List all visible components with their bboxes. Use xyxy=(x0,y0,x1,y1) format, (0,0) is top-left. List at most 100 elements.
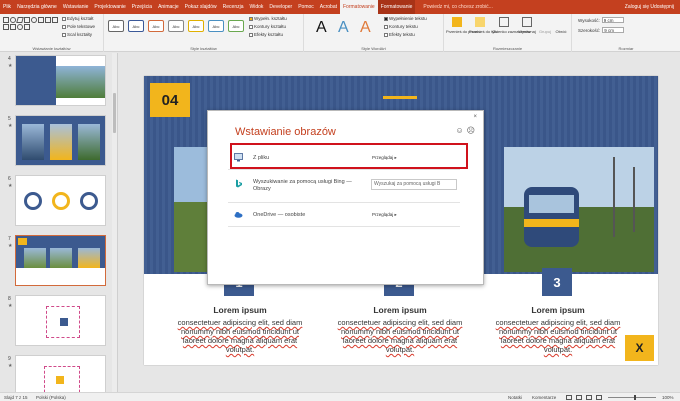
slide-thumbnail[interactable] xyxy=(15,115,106,166)
send-backward-icon[interactable] xyxy=(475,17,485,27)
text-outline-button[interactable]: Kontury tekstu xyxy=(384,24,418,29)
slide-thumbnail-pane: 4 ★ 5 ★ 6 ★ 7 ★ 8 ★ 9 ★ xyxy=(0,53,118,392)
user-area[interactable]: Zaloguj się Udostępnij xyxy=(625,4,680,10)
tab-transitions[interactable]: Przejścia xyxy=(129,0,155,14)
group-size: Wysokość: 9 cm Szerokość: 9 cm Rozmiar xyxy=(572,14,680,52)
zoom-slider-thumb[interactable] xyxy=(634,395,636,400)
zoom-level[interactable]: 100% xyxy=(662,395,674,400)
send-backward-label[interactable]: Przenieś do tyłu xyxy=(469,29,497,34)
wordart-style-3[interactable]: A xyxy=(360,19,371,37)
slide-sorter-icon[interactable] xyxy=(576,395,582,400)
shape-style-4[interactable]: Abc xyxy=(168,20,184,32)
bing-icon xyxy=(236,179,242,188)
tab-developer[interactable]: Developer xyxy=(266,0,295,14)
tell-me-search[interactable]: Powiedz mi, co chcesz zrobić... xyxy=(423,4,492,10)
tab-help[interactable]: Pomoc xyxy=(295,0,317,14)
wordart-style-2[interactable]: A xyxy=(338,19,349,37)
tab-file[interactable]: Plik xyxy=(0,0,14,14)
highlight-annotation xyxy=(230,143,468,169)
shapes-gallery[interactable] xyxy=(3,17,58,39)
group-objects-label[interactable]: Grupuj xyxy=(538,29,552,34)
language-indicator[interactable]: Polski (Polska) xyxy=(36,395,66,400)
feedback-buttons: ☺ ☹ xyxy=(455,126,475,135)
slideshow-icon[interactable] xyxy=(596,395,602,400)
shape-style-3[interactable]: Abc xyxy=(148,20,164,32)
animation-star-icon: ★ xyxy=(8,303,13,309)
thumb-number: 4 xyxy=(8,56,11,62)
tab-format-picture[interactable]: Formatowanie xyxy=(377,0,416,14)
corner-x-badge: X xyxy=(625,335,654,361)
bing-search-input[interactable]: Wyszukaj za pomocą usługi B xyxy=(371,179,457,190)
bring-forward-label[interactable]: Przenieś do przodu xyxy=(446,29,480,34)
insert-pictures-dialog: × Wstawianie obrazów ☺ ☹ Z pliku Przeglą… xyxy=(207,110,484,285)
align-icon[interactable] xyxy=(522,17,532,27)
textbox-button[interactable]: Pole tekstowe xyxy=(62,24,95,29)
selection-pane-icon[interactable] xyxy=(499,17,509,27)
group-label: Rozmiar xyxy=(618,46,634,51)
shape-fill-button[interactable]: Wypełn. kształtu xyxy=(249,16,287,21)
tab-format-shape[interactable]: Formatowanie xyxy=(340,0,378,14)
textbox-icon xyxy=(62,24,66,29)
shape-style-6[interactable]: Abc xyxy=(208,20,224,32)
column-title-3[interactable]: Lorem ipsum xyxy=(488,305,628,315)
slide-counter: Slajd 7 z 15 xyxy=(4,395,28,400)
slide-thumbnail[interactable] xyxy=(15,175,106,226)
tab-slideshow[interactable]: Pokaz slajdów xyxy=(182,0,220,14)
column-text-2[interactable]: consectetuer adipiscing elit, sed diam n… xyxy=(330,318,470,354)
comments-button[interactable]: Komentarze xyxy=(532,395,556,400)
tab-acrobat[interactable]: Acrobat xyxy=(317,0,340,14)
tab-home[interactable]: Narzędzia główne xyxy=(14,0,60,14)
text-effects-icon xyxy=(384,32,388,37)
width-input[interactable]: 9 cm xyxy=(602,27,625,33)
height-input[interactable]: 9 cm xyxy=(601,17,624,23)
bing-search-row: Wyszukiwanie za pomocą usługi Bing — Obr… xyxy=(228,173,460,203)
normal-view-icon[interactable] xyxy=(566,395,572,400)
align-label[interactable]: Wyrównaj xyxy=(516,29,538,34)
text-effects-button[interactable]: Efekty tekstu xyxy=(384,32,415,37)
group-label: Rozmieszczanie xyxy=(492,46,523,51)
text-fill-button[interactable]: Wypełnienie tekstu xyxy=(384,16,427,21)
text-outline-icon xyxy=(384,24,388,29)
shape-style-1[interactable]: Abc xyxy=(108,20,124,32)
thumbnail-scrollbar[interactable] xyxy=(112,53,117,392)
column-text-1[interactable]: consectetuer adipiscing elit, sed diam n… xyxy=(170,318,310,354)
notes-button[interactable]: Notatki xyxy=(508,395,522,400)
shape-style-2[interactable]: Abc xyxy=(128,20,144,32)
tab-review[interactable]: Recenzja xyxy=(220,0,247,14)
shape-outline-button[interactable]: Kontury kształtu xyxy=(249,24,286,29)
smile-icon[interactable]: ☺ xyxy=(455,126,463,135)
shape-style-5[interactable]: Abc xyxy=(188,20,204,32)
close-icon[interactable]: × xyxy=(473,114,477,120)
column-title-2[interactable]: Lorem ipsum xyxy=(330,305,470,315)
shape-effects-button[interactable]: Efekty kształtu xyxy=(249,32,283,37)
browse-onedrive-link[interactable]: Przeglądaj ▸ xyxy=(372,212,397,218)
rotate-label[interactable]: Obróć xyxy=(554,29,568,34)
zoom-slider[interactable] xyxy=(608,395,656,400)
slide-thumbnail[interactable] xyxy=(15,295,106,346)
tab-design[interactable]: Projektowanie xyxy=(91,0,128,14)
shape-style-7[interactable]: Abc xyxy=(228,20,244,32)
bring-forward-icon[interactable] xyxy=(452,17,462,27)
column-text-3[interactable]: consectetuer adipiscing elit, sed diam n… xyxy=(488,318,628,354)
group-wordart: A A A Wypełnienie tekstu Kontury tekstu … xyxy=(304,14,444,52)
onedrive-row[interactable]: OneDrive — osobiste Przeglądaj ▸ xyxy=(228,204,460,227)
slide-thumbnail-selected[interactable] xyxy=(15,235,106,286)
tab-animations[interactable]: Animacje xyxy=(155,0,182,14)
step-number-3: 3 xyxy=(542,268,572,296)
group-shape-styles: Abc Abc Abc Abc Abc Abc Abc Wypełn. kszt… xyxy=(104,14,304,52)
edit-shape-button[interactable]: Edytuj kształt xyxy=(62,16,94,21)
merge-shapes-button[interactable]: Scal kształty xyxy=(62,32,92,37)
selection-pane-label[interactable]: Okienko zaznaczenia xyxy=(492,29,530,34)
tab-view[interactable]: Widok xyxy=(247,0,267,14)
thumb-number: 5 xyxy=(8,116,11,122)
reading-view-icon[interactable] xyxy=(586,395,592,400)
wordart-style-1[interactable]: A xyxy=(316,19,327,37)
photo-train[interactable] xyxy=(504,147,654,272)
column-title-1[interactable]: Lorem ipsum xyxy=(170,305,310,315)
frown-icon[interactable]: ☹ xyxy=(467,126,475,135)
slide-number-badge: 04 xyxy=(150,83,190,117)
scrollbar-thumb[interactable] xyxy=(113,93,116,133)
slide-thumbnail[interactable] xyxy=(15,355,106,392)
tab-insert[interactable]: Wstawianie xyxy=(60,0,92,14)
slide-thumbnail[interactable] xyxy=(15,55,106,106)
